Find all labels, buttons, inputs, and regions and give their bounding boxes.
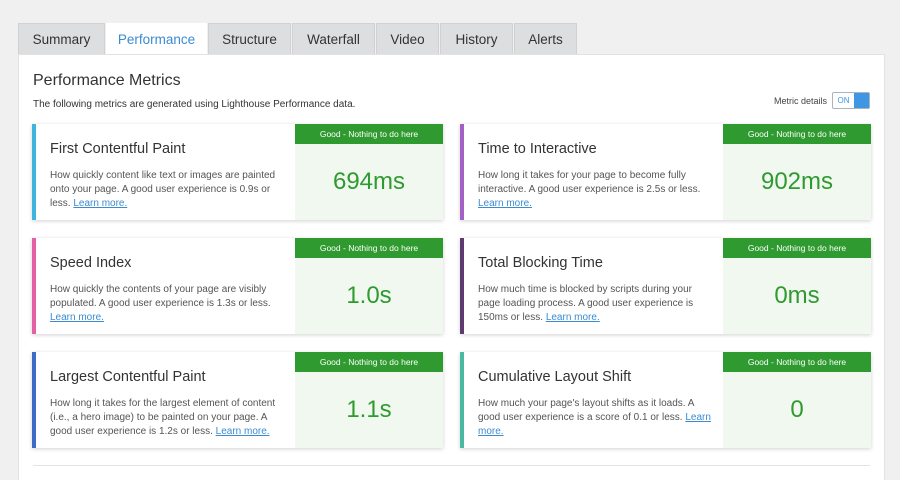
tab-history[interactable]: History	[440, 23, 513, 54]
metric-title: Speed Index	[50, 255, 132, 271]
metric-description-text: How long it takes for your page to becom…	[478, 170, 701, 195]
metric-details-label: Metric details	[773, 95, 827, 106]
metric-value: 1.0s	[346, 282, 392, 309]
metric-grade: Good - Nothing to do here 1.0s	[295, 238, 443, 334]
metric-grade: Good - Nothing to do here 694ms	[295, 124, 443, 220]
tab-alerts[interactable]: Alerts	[514, 23, 577, 54]
status-badge: Good - Nothing to do here	[723, 238, 871, 258]
section-divider	[33, 465, 870, 466]
metric-card-cumulative-layout-shift: Cumulative Layout Shift How much your pa…	[460, 352, 871, 448]
metric-card-first-contentful-paint: First Contentful Paint How quickly conte…	[32, 124, 443, 220]
metric-card-time-to-interactive: Time to Interactive How long it takes fo…	[460, 124, 871, 220]
metric-card-largest-contentful-paint: Largest Contentful Paint How long it tak…	[32, 352, 443, 448]
tab-performance[interactable]: Performance	[106, 23, 207, 55]
metric-grade: Good - Nothing to do here 0ms	[723, 238, 871, 334]
status-badge: Good - Nothing to do here	[723, 124, 871, 144]
metric-title: First Contentful Paint	[50, 141, 186, 157]
metric-description: How quickly content like text or images …	[50, 169, 286, 211]
status-badge: Good - Nothing to do here	[723, 352, 871, 372]
metric-grade: Good - Nothing to do here 902ms	[723, 124, 871, 220]
metric-grade: Good - Nothing to do here 0	[723, 352, 871, 448]
switch-knob	[854, 93, 869, 108]
panel-description: The following metrics are generated usin…	[33, 99, 356, 110]
metric-value: 694ms	[332, 168, 406, 195]
metric-title: Largest Contentful Paint	[50, 369, 206, 385]
learn-more-link[interactable]: Learn more.	[478, 198, 532, 209]
metric-description: How long it takes for your page to becom…	[478, 169, 714, 211]
tab-waterfall[interactable]: Waterfall	[292, 23, 375, 54]
metric-details-toggle: Metric details ON	[774, 92, 870, 109]
tab-summary[interactable]: Summary	[18, 23, 105, 54]
panel-title: Performance Metrics	[33, 72, 181, 89]
metric-title: Cumulative Layout Shift	[478, 369, 632, 385]
learn-more-link[interactable]: Learn more.	[50, 312, 104, 323]
metric-description: How quickly the contents of your page ar…	[50, 283, 286, 325]
learn-more-link[interactable]: Learn more.	[546, 312, 600, 323]
tab-bar: Summary Performance Structure Waterfall …	[18, 23, 578, 55]
metric-title: Time to Interactive	[478, 141, 597, 157]
metric-value: 0	[790, 396, 804, 423]
metric-details-switch[interactable]: ON	[832, 92, 870, 109]
performance-panel: Performance Metrics The following metric…	[18, 54, 885, 480]
metric-card-speed-index: Speed Index How quickly the contents of …	[32, 238, 443, 334]
metric-description: How much your page's layout shifts as it…	[478, 397, 714, 439]
learn-more-link[interactable]: Learn more.	[216, 426, 270, 437]
learn-more-link[interactable]: Learn more.	[73, 198, 127, 209]
metric-value: 0ms	[774, 282, 820, 309]
metric-description: How much time is blocked by scripts duri…	[478, 283, 714, 325]
metric-title: Total Blocking Time	[478, 255, 603, 271]
metric-description: How long it takes for the largest elemen…	[50, 397, 286, 439]
tab-video[interactable]: Video	[376, 23, 439, 54]
metric-card-total-blocking-time: Total Blocking Time How much time is blo…	[460, 238, 871, 334]
metric-grade: Good - Nothing to do here 1.1s	[295, 352, 443, 448]
switch-state-text: ON	[837, 96, 850, 105]
metric-description-text: How quickly the contents of your page ar…	[50, 284, 271, 309]
metric-value: 902ms	[760, 168, 834, 195]
tab-structure[interactable]: Structure	[208, 23, 291, 54]
status-badge: Good - Nothing to do here	[295, 352, 443, 372]
metric-description-text: How much your page's layout shifts as it…	[478, 398, 694, 423]
status-badge: Good - Nothing to do here	[295, 124, 443, 144]
metric-value: 1.1s	[346, 396, 392, 423]
status-badge: Good - Nothing to do here	[295, 238, 443, 258]
